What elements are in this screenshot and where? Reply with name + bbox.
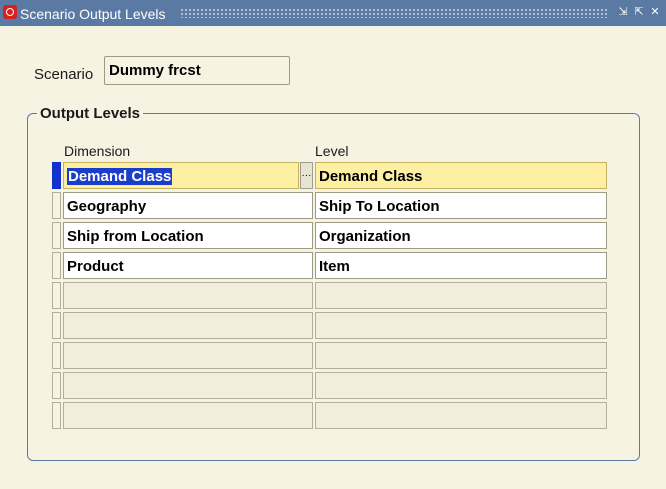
- level-cell[interactable]: [315, 372, 607, 399]
- dimension-cell[interactable]: [63, 372, 313, 399]
- dimension-cell[interactable]: [63, 402, 313, 429]
- dimension-cell[interactable]: Ship from Location: [63, 222, 313, 249]
- window-titlebar[interactable]: Scenario Output Levels ⇲ ⇱ ✕: [0, 0, 666, 26]
- level-cell[interactable]: Item: [315, 252, 607, 279]
- dimension-cell[interactable]: [63, 312, 313, 339]
- level-cell[interactable]: [315, 342, 607, 369]
- dimension-cell[interactable]: Geography: [63, 192, 313, 219]
- titlebar-pattern: [180, 8, 608, 18]
- output-levels-legend: Output Levels: [37, 105, 144, 122]
- dimension-cell[interactable]: [63, 282, 313, 309]
- row-indicator[interactable]: [52, 252, 61, 279]
- dimension-cell[interactable]: [63, 342, 313, 369]
- row-indicator[interactable]: [52, 222, 61, 249]
- row-indicator[interactable]: [52, 282, 61, 309]
- selected-text: Demand Class: [67, 168, 173, 185]
- row-indicator[interactable]: [52, 372, 61, 399]
- minimize-icon[interactable]: ⇲: [616, 5, 630, 19]
- window-title: Scenario Output Levels: [20, 6, 166, 22]
- close-icon[interactable]: ✕: [648, 5, 662, 19]
- form-content: Scenario Dummy frcst Output Levels Dimen…: [0, 26, 666, 489]
- level-cell[interactable]: [315, 402, 607, 429]
- row-indicator[interactable]: [52, 342, 61, 369]
- dimension-column-header: Dimension: [64, 143, 131, 159]
- row-indicator[interactable]: [52, 402, 61, 429]
- dimension-cell[interactable]: Demand Class: [63, 162, 299, 189]
- row-indicator[interactable]: [52, 192, 61, 219]
- row-indicator[interactable]: [52, 162, 61, 189]
- level-cell[interactable]: Demand Class: [315, 162, 607, 189]
- level-cell[interactable]: [315, 312, 607, 339]
- row-indicator[interactable]: [52, 312, 61, 339]
- level-cell[interactable]: Organization: [315, 222, 607, 249]
- maximize-icon[interactable]: ⇱: [632, 5, 646, 19]
- level-column-header: Level: [315, 143, 349, 159]
- list-of-values-button[interactable]: ···: [300, 162, 313, 189]
- scenario-label: Scenario: [34, 66, 94, 83]
- oracle-app-icon: [3, 5, 17, 19]
- scenario-field[interactable]: Dummy frcst: [104, 56, 290, 85]
- level-cell[interactable]: Ship To Location: [315, 192, 607, 219]
- dimension-cell[interactable]: Product: [63, 252, 313, 279]
- level-cell[interactable]: [315, 282, 607, 309]
